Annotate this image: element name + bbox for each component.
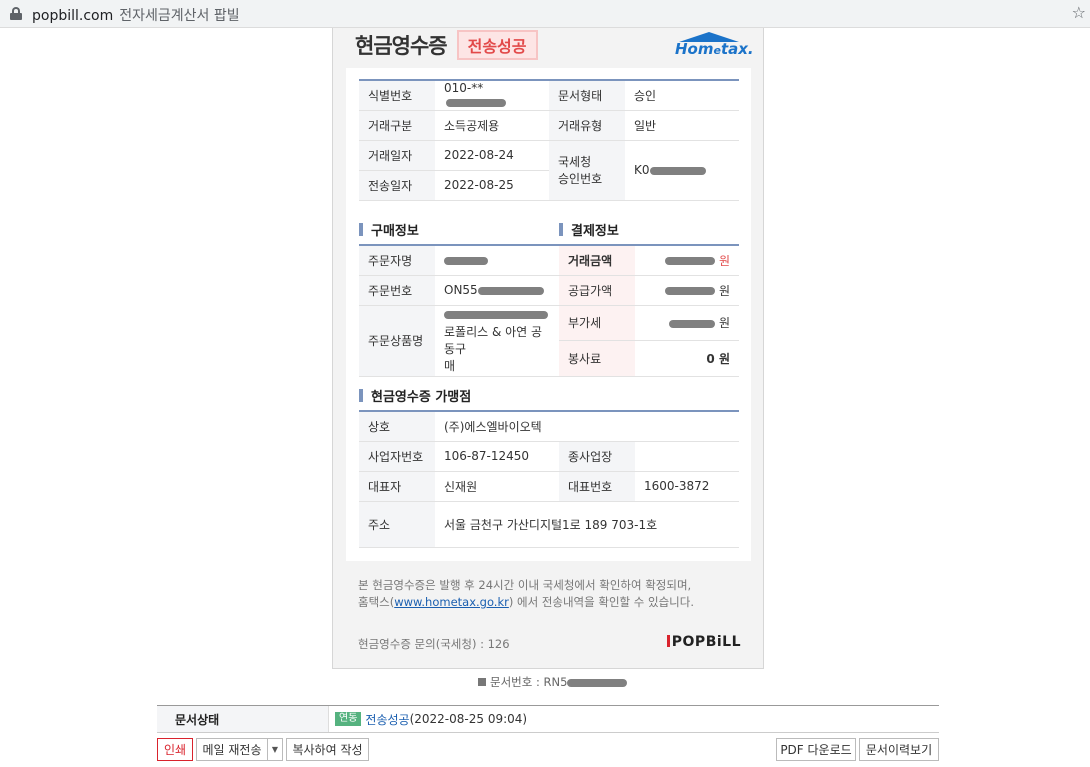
supply-label: 공급가액: [559, 275, 635, 306]
address-label: 주소: [359, 501, 435, 548]
url-text[interactable]: popbill.com 전자세금계산서 팝빌: [32, 5, 240, 25]
send-date-value: 2022-08-25: [435, 170, 549, 201]
vat-label: 부가세: [559, 305, 635, 341]
orderer-label: 주문자명: [359, 245, 435, 276]
hometax-link[interactable]: www.hometax.go.kr: [394, 595, 509, 609]
basic-info-table: 식별번호 010-** 문서형태 승인 거래구분 소득공제용 거래유형 일반 거…: [359, 79, 739, 201]
merchant-name-label: 상호: [359, 411, 435, 442]
nts-approval-value: K0: [625, 140, 739, 201]
hometax-logo: Hometax.: [675, 30, 754, 60]
document-number: 문서번호 : RN5: [478, 674, 628, 690]
trade-type-label: 거래유형: [549, 110, 625, 141]
phone-value: 1600-3872: [635, 471, 739, 502]
print-button[interactable]: 인쇄: [157, 738, 193, 761]
inquiry-text: 현금영수증 문의(국세청) : 126: [358, 637, 510, 651]
purchase-section-title: 구매정보: [359, 220, 419, 239]
bizno-label: 사업자번호: [359, 441, 435, 472]
cash-receipt-panel: 현금영수증 전송성공 Hometax. 식별번호 010-** 문서형태 승인 …: [332, 28, 764, 669]
status-link[interactable]: 전송성공: [365, 711, 409, 728]
doc-type-label: 문서형태: [549, 80, 625, 111]
nts-approval-label: 국세청 승인번호: [549, 140, 625, 201]
product-label: 주문상품명: [359, 305, 435, 377]
ceo-value: 신재원: [435, 471, 559, 502]
merchant-section-title: 현금영수증 가맹점: [359, 386, 471, 405]
phone-label: 대표번호: [559, 471, 635, 502]
link-tag: 연동: [335, 712, 362, 726]
lock-icon[interactable]: [10, 7, 22, 20]
browser-address-bar[interactable]: popbill.com 전자세금계산서 팝빌 ☆: [0, 0, 1090, 28]
service-fee-value: 0 원: [635, 340, 739, 377]
address-value: 서울 금천구 가산디지털1로 189 703-1호: [435, 501, 739, 548]
id-label: 식별번호: [359, 80, 435, 111]
merchant-name-value: (주)에스엘바이오텍: [435, 411, 739, 442]
order-no-value: ON55: [435, 275, 559, 306]
status-time: (2022-08-25 09:04): [409, 712, 528, 726]
amount-value: 원: [635, 245, 739, 276]
doc-type-value: 승인: [625, 80, 739, 111]
trade-class-value: 소득공제용: [435, 110, 549, 141]
status-badge: 전송성공: [456, 30, 538, 60]
orderer-value: [435, 245, 559, 276]
resend-mail-button[interactable]: 메일 재전송: [196, 738, 268, 761]
status-value: 연동 전송성공 (2022-08-25 09:04): [329, 711, 527, 728]
popbill-logo: POPBiLL: [666, 634, 741, 650]
vat-value: 원: [635, 305, 739, 341]
service-fee-label: 봉사료: [559, 340, 635, 377]
receipt-header: 현금영수증 전송성공: [355, 28, 538, 62]
bizno-value: 106-87-12450: [435, 441, 559, 472]
payment-section-title: 결제정보: [559, 220, 619, 239]
copy-create-button[interactable]: 복사하여 작성: [286, 738, 369, 761]
purchase-payment-table: 주문자명 거래금액 원 주문번호 ON55 공급가액 원 주문상품명 로폴리스 …: [359, 244, 739, 377]
trade-type-value: 일반: [625, 110, 739, 141]
sub-business-value: [635, 441, 739, 472]
status-label: 문서상태: [157, 706, 329, 732]
trade-class-label: 거래구분: [359, 110, 435, 141]
product-value: 로폴리스 & 아연 공동구 매: [435, 305, 559, 377]
ceo-label: 대표자: [359, 471, 435, 502]
document-status-row: 문서상태 연동 전송성공 (2022-08-25 09:04): [157, 705, 939, 733]
history-button[interactable]: 문서이력보기: [859, 738, 939, 761]
trade-date-value: 2022-08-24: [435, 140, 549, 171]
receipt-title: 현금영수증: [355, 34, 448, 58]
chevron-down-icon[interactable]: ▼: [267, 738, 283, 761]
receipt-note: 본 현금영수증은 발행 후 24시간 이내 국세청에서 확인하여 확정되며, 홈…: [358, 578, 694, 609]
trade-date-label: 거래일자: [359, 140, 435, 171]
merchant-table: 상호 (주)에스엘바이오텍 사업자번호 106-87-12450 종사업장 대표…: [359, 410, 739, 548]
order-no-label: 주문번호: [359, 275, 435, 306]
send-date-label: 전송일자: [359, 170, 435, 201]
sub-business-label: 종사업장: [559, 441, 635, 472]
receipt-card: 식별번호 010-** 문서형태 승인 거래구분 소득공제용 거래유형 일반 거…: [346, 68, 751, 561]
bookmark-star-icon[interactable]: ☆: [1072, 3, 1086, 22]
supply-value: 원: [635, 275, 739, 306]
pdf-download-button[interactable]: PDF 다운로드: [776, 738, 856, 761]
amount-label: 거래금액: [559, 245, 635, 276]
id-value: 010-**: [435, 80, 549, 111]
